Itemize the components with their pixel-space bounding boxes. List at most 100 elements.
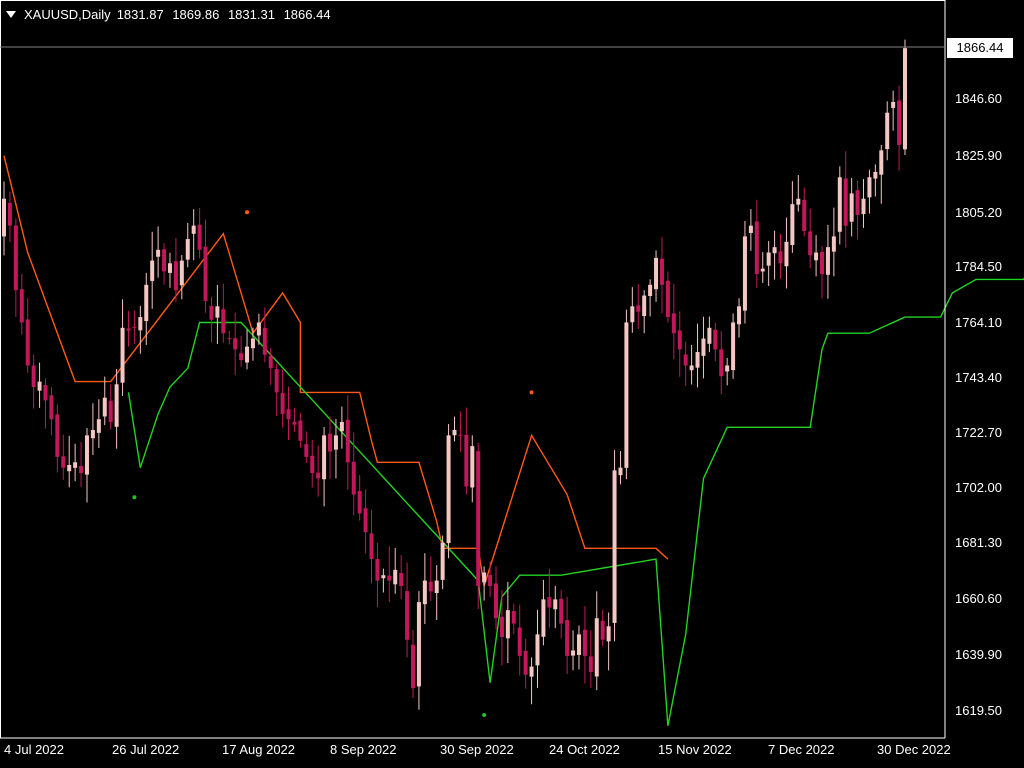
candle-body — [262, 327, 267, 355]
candle-body — [659, 258, 664, 285]
price-tick-label: 1743.40 — [955, 370, 1002, 385]
candle-body — [707, 327, 712, 344]
date-tick-label: 26 Jul 2022 — [112, 742, 180, 757]
candle-body — [239, 353, 244, 361]
candle-body — [582, 629, 587, 656]
candle-body — [825, 247, 830, 275]
candle-body — [891, 101, 896, 108]
candle-body — [505, 610, 510, 639]
candle-body — [144, 284, 149, 322]
low-value: 1831.31 — [227, 6, 275, 22]
price-chart[interactable] — [0, 0, 1024, 768]
candle-body — [156, 249, 161, 257]
candle-body — [31, 365, 36, 387]
candle-body — [328, 433, 333, 452]
buy-signal-dot — [132, 495, 137, 500]
candle-body — [333, 435, 338, 450]
candle-body — [132, 326, 137, 328]
candle-body — [790, 204, 795, 245]
candle-body — [363, 508, 368, 533]
candle-body — [375, 559, 380, 581]
candle-body — [458, 434, 463, 436]
candle-body — [25, 319, 30, 366]
candle-body — [470, 446, 475, 488]
date-tick-label: 7 Dec 2022 — [768, 742, 835, 757]
candle-body — [43, 385, 48, 401]
candle-body — [411, 644, 416, 689]
date-tick-label: 17 Aug 2022 — [222, 742, 296, 757]
candle-body — [464, 434, 469, 487]
candle-body — [867, 177, 872, 198]
candle-body — [873, 171, 878, 179]
candle-body — [173, 261, 178, 291]
date-tick-label: 24 Oct 2022 — [549, 742, 620, 757]
candle-body — [772, 247, 777, 254]
candle-body — [713, 329, 718, 350]
candle-body — [304, 444, 309, 457]
price-tick-label: 1825.90 — [955, 148, 1002, 163]
candle-body — [310, 455, 315, 474]
candle-body — [861, 198, 866, 215]
candle-body — [808, 231, 813, 256]
candle-body — [588, 656, 593, 673]
dropdown-triangle-icon[interactable] — [6, 10, 16, 18]
price-tick-label: 1619.50 — [955, 703, 1002, 718]
candle-body — [179, 260, 184, 286]
candle-body — [167, 263, 172, 273]
candle-body — [422, 580, 427, 605]
sell-signal-dot — [245, 210, 250, 215]
price-tick-label: 1639.90 — [955, 647, 1002, 662]
candle-body — [719, 349, 724, 377]
candle-body — [535, 634, 540, 666]
candle-body — [689, 365, 694, 371]
date-tick-label: 8 Sep 2022 — [330, 742, 397, 757]
price-tick-label: 1805.20 — [955, 205, 1002, 220]
candle-body — [600, 620, 605, 640]
candle-body — [162, 249, 167, 272]
candle-body — [446, 435, 451, 544]
candle-body — [814, 252, 819, 261]
candle-body — [280, 392, 285, 414]
price-tick-label: 1784.50 — [955, 259, 1002, 274]
candle-body — [150, 260, 155, 281]
candle-body — [245, 346, 250, 363]
candle-body — [298, 420, 303, 441]
candle-body — [286, 409, 291, 420]
candle-body — [778, 251, 783, 264]
candle-body — [784, 241, 789, 267]
candle-body — [831, 236, 836, 252]
price-tick-label: 1660.60 — [955, 591, 1002, 606]
candle-body — [381, 575, 386, 579]
candle-body — [576, 634, 581, 655]
candle-body — [79, 466, 84, 474]
candle-body — [849, 193, 854, 222]
sell-signal-dot — [529, 390, 534, 395]
candle-body — [416, 602, 421, 687]
candle-body — [606, 626, 611, 642]
candle-body — [683, 354, 688, 366]
candle-body — [523, 650, 528, 675]
open-value: 1831.87 — [116, 6, 164, 22]
price-tick-label: 1764.10 — [955, 315, 1002, 330]
candle-body — [49, 395, 54, 420]
candle-body — [292, 421, 297, 425]
candle-body — [618, 467, 623, 476]
candle-body — [393, 569, 398, 585]
candle-body — [316, 472, 321, 479]
candle-body — [897, 100, 902, 145]
candle-body — [185, 239, 190, 260]
candle-body — [499, 616, 504, 638]
candle-body — [737, 306, 742, 325]
candle-body — [482, 572, 487, 583]
candle-body — [108, 400, 113, 422]
candle-body — [351, 461, 356, 495]
candle-body — [126, 328, 131, 331]
price-tick-label: 1722.70 — [955, 425, 1002, 440]
candle-body — [7, 202, 12, 226]
candle-body — [339, 421, 344, 432]
candle-body — [19, 289, 24, 323]
candle-body — [760, 268, 765, 272]
candle-body — [274, 369, 279, 393]
candle-body — [67, 464, 72, 472]
candle-body — [802, 199, 807, 232]
